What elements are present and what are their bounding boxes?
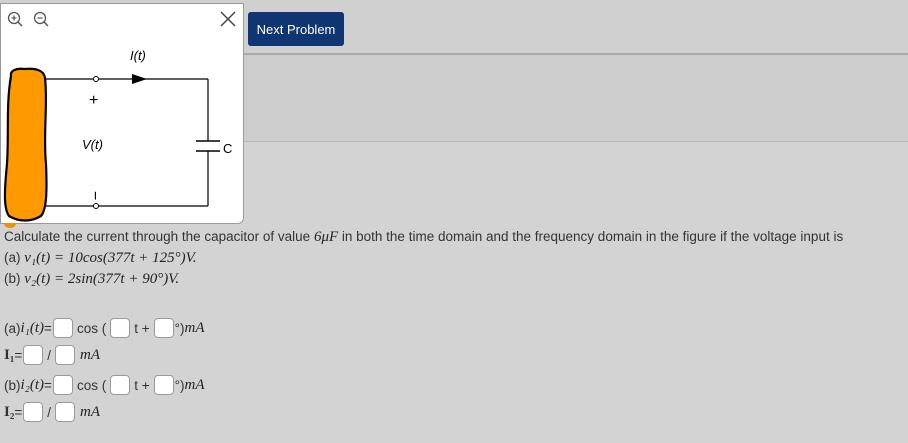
- question-text: Calculate the current through the capaci…: [4, 229, 843, 246]
- unit-label: mA: [184, 319, 205, 336]
- minus-label: −: [86, 191, 103, 200]
- part-b-equation: v₂(t) = 2sin(377t + 90°)V.: [24, 271, 180, 287]
- figure-popup: I(t) + V(t) − C: [0, 3, 244, 224]
- current-label: I(t): [130, 48, 146, 63]
- answer-row-b-time: (b) i₂(t) = cos ( t + °) mA: [4, 373, 205, 397]
- part-b-prefix: (b): [4, 271, 25, 286]
- omega-input-a[interactable]: [110, 318, 131, 338]
- voltage-label: V(t): [82, 137, 103, 152]
- unit-label: mA: [80, 403, 100, 420]
- source-fragment: [4, 223, 16, 228]
- current-arrow-icon: [132, 74, 147, 84]
- unit-label: mA: [80, 346, 100, 363]
- amplitude-input-a[interactable]: [52, 318, 73, 338]
- answer-a-variable: i₁(t): [20, 319, 45, 336]
- part-b-statement: (b) v₂(t) = 2sin(377t + 90°)V.: [4, 271, 179, 288]
- angle-separator: /: [47, 404, 51, 420]
- answer-row-a-phasor: I₁ = / mA: [4, 343, 100, 367]
- equals-sign: =: [14, 347, 23, 363]
- part-a-prefix: (a): [4, 250, 25, 265]
- cos-label: cos (: [76, 377, 107, 393]
- question-text-before: Calculate the current through the capaci…: [4, 229, 314, 244]
- phasor-label-2: I₂: [4, 403, 15, 420]
- t-plus-label: t +: [134, 320, 150, 336]
- cos-label: cos (: [76, 320, 107, 336]
- degree-label: °): [174, 377, 185, 393]
- terminal-top: [93, 76, 99, 82]
- circuit-diagram: I(t) + V(t) − C: [3, 48, 232, 222]
- degree-label: °): [174, 320, 185, 336]
- angle-separator: /: [47, 347, 51, 363]
- omega-input-b[interactable]: [110, 375, 131, 395]
- answer-row-a-time: (a) i₁(t) = cos ( t + °) mA: [4, 316, 205, 340]
- divider: [244, 141, 908, 142]
- answer-b-prefix: (b): [4, 377, 21, 393]
- unit-label: mA: [184, 376, 205, 393]
- answer-row-b-phasor: I₂ = / mA: [4, 400, 100, 424]
- capacitor-label: C: [223, 141, 232, 156]
- terminal-bottom: [93, 203, 99, 209]
- phase-input-b[interactable]: [153, 375, 174, 395]
- plus-label: +: [89, 92, 98, 109]
- capacitor-value: 6μF: [313, 229, 339, 245]
- part-a-equation: v₁(t) = 10cos(377t + 125°)V.: [24, 250, 197, 266]
- phase-input-a[interactable]: [153, 318, 174, 338]
- answer-a-prefix: (a): [4, 320, 21, 336]
- phasor-magnitude-input-1[interactable]: [23, 345, 44, 365]
- equals-sign: =: [44, 320, 52, 336]
- phasor-label-1: I₁: [4, 346, 15, 363]
- voltage-source-shape: [3, 67, 48, 222]
- part-a-statement: (a) v₁(t) = 10cos(377t + 125°)V.: [4, 250, 197, 267]
- t-plus-label: t +: [134, 377, 150, 393]
- amplitude-input-b[interactable]: [52, 375, 73, 395]
- phasor-angle-input-2[interactable]: [55, 402, 75, 422]
- equals-sign: =: [14, 404, 23, 420]
- next-problem-button[interactable]: Next Problem: [248, 12, 344, 46]
- equals-sign: =: [44, 377, 52, 393]
- phasor-magnitude-input-2[interactable]: [23, 402, 44, 422]
- answer-b-variable: i₂(t): [20, 376, 45, 393]
- question-text-after: in both the time domain and the frequenc…: [338, 229, 844, 244]
- phasor-angle-input-1[interactable]: [55, 345, 75, 365]
